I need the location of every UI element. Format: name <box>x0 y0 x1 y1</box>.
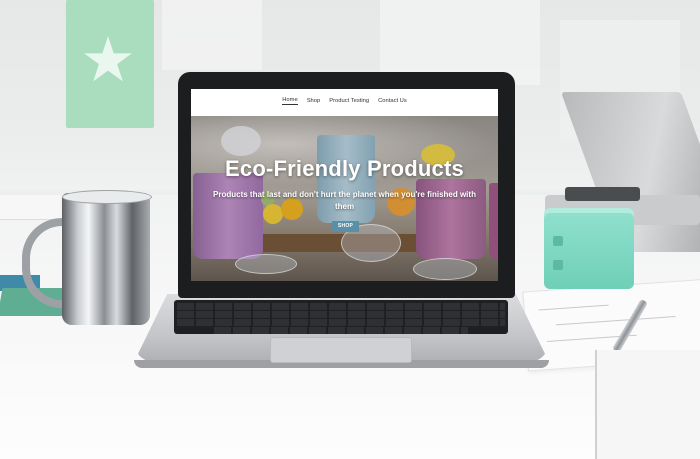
key-row <box>177 303 505 310</box>
shop-button[interactable]: SHOP <box>332 221 359 232</box>
laptop-keyboard <box>174 300 508 334</box>
speaker-button <box>553 236 563 246</box>
sketch-line <box>555 316 676 326</box>
laptop-screen: Home Shop Product Testing Contact Us Eco… <box>191 89 498 281</box>
nav-contact-us-link[interactable]: Contact Us <box>378 98 407 104</box>
notebook-right <box>595 350 700 459</box>
hero-banner: Eco-Friendly Products Products that last… <box>191 116 498 281</box>
wall-paper <box>162 0 262 70</box>
mug-rim <box>62 190 152 204</box>
laptop-trackpad <box>270 337 412 363</box>
hero-title: Eco-Friendly Products <box>225 156 464 181</box>
nav-shop-link[interactable]: Shop <box>307 98 321 104</box>
dark-device <box>565 187 640 201</box>
speaker-button <box>553 260 563 270</box>
chrome-mug <box>62 193 150 325</box>
star-icon: ★ <box>80 23 136 96</box>
key-row <box>177 319 505 326</box>
key-row <box>214 327 468 334</box>
sketch-line <box>538 304 609 311</box>
key-row <box>177 311 505 318</box>
nav-product-testing-link[interactable]: Product Testing <box>329 98 369 104</box>
hero-subtitle: Products that last and don't hurt the pl… <box>213 190 476 211</box>
notebook-left <box>0 195 60 220</box>
nav-home-link[interactable]: Home <box>282 97 298 105</box>
mint-speaker <box>544 213 634 289</box>
site-navigation: Home Shop Product Testing Contact Us <box>191 89 498 113</box>
